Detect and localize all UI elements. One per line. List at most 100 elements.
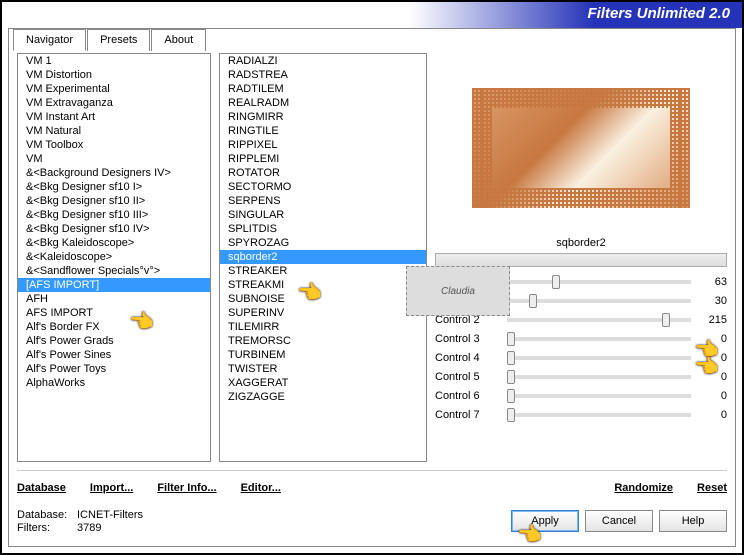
control-row: Control 5 0 [435,368,727,386]
filter-item[interactable]: SECTORMO [220,180,426,194]
app-title: Filters Unlimited 2.0 [587,5,730,22]
watermark-stamp: Claudia [406,266,510,316]
category-item[interactable]: VM 1 [18,54,210,68]
category-item[interactable]: AFH [18,292,210,306]
filter-item[interactable]: RIPPIXEL [220,138,426,152]
filter-item[interactable]: RINGTILE [220,124,426,138]
filter-item[interactable]: RINGMIRR [220,110,426,124]
category-item[interactable]: VM Toolbox [18,138,210,152]
preview-border-pattern [472,88,690,208]
filter-item[interactable]: TILEMIRR [220,320,426,334]
filter-item[interactable]: STREAKMI [220,278,426,292]
tab-navigator[interactable]: Navigator [13,29,86,51]
filter-item[interactable]: RADSTREA [220,68,426,82]
filter-item[interactable]: STREAKER [220,264,426,278]
control-slider[interactable] [507,356,691,360]
slider-thumb[interactable] [507,351,515,365]
slider-thumb[interactable] [507,370,515,384]
control-value: 0 [699,371,727,383]
filter-item[interactable]: TWISTER [220,362,426,376]
category-item[interactable]: VM [18,152,210,166]
category-item[interactable]: VM Distortion [18,68,210,82]
category-item[interactable]: &<Kaleidoscope> [18,250,210,264]
cancel-button[interactable]: Cancel [585,510,653,532]
filter-item[interactable]: SERPENS [220,194,426,208]
right-column: sqborder2 Control 063Control 130Control … [435,53,727,462]
slider-thumb[interactable] [529,294,537,308]
control-slider[interactable] [507,280,691,284]
control-row: Control 70 [435,406,727,424]
category-list[interactable]: VM 1VM DistortionVM ExperimentalVM Extra… [17,53,211,462]
control-value: 0 [699,390,727,402]
control-slider[interactable] [507,299,691,303]
filter-item[interactable]: ZIGZAGGE [220,390,426,404]
database-label: Database: [17,509,73,521]
apply-button[interactable]: Apply [511,510,579,532]
progress-bar [435,253,727,267]
filter-item[interactable]: SPLITDIS [220,222,426,236]
preview-area [435,53,727,243]
category-item[interactable]: Alf's Border FX [18,320,210,334]
slider-thumb[interactable] [507,408,515,422]
titlebar: Filters Unlimited 2.0 [2,2,742,28]
category-item[interactable]: Alf's Power Toys [18,362,210,376]
filter-list[interactable]: RADIALZIRADSTREARADTILEMREALRADMRINGMIRR… [219,53,427,462]
main-panel: NavigatorPresetsAbout VM 1VM DistortionV… [8,28,736,547]
filters-count-value: 3789 [77,522,101,534]
control-slider[interactable] [507,337,691,341]
category-item[interactable]: &<Sandflower Specials°v°> [18,264,210,278]
slider-thumb[interactable] [662,313,670,327]
category-item[interactable]: VM Natural [18,124,210,138]
filter-item[interactable]: sqborder2 [220,250,426,264]
category-item[interactable]: &<Bkg Designer sf10 II> [18,194,210,208]
import-link[interactable]: Import... [90,482,133,494]
category-item[interactable]: &<Bkg Designer sf10 IV> [18,222,210,236]
control-slider[interactable] [507,375,691,379]
filter-item[interactable]: TURBINEM [220,348,426,362]
editor-link[interactable]: Editor... [241,482,281,494]
filter-info-link[interactable]: Filter Info... [157,482,216,494]
filter-item[interactable]: RIPPLEMI [220,152,426,166]
category-item[interactable]: AFS IMPORT [18,306,210,320]
category-item[interactable]: VM Instant Art [18,110,210,124]
randomize-link[interactable]: Randomize [614,482,673,494]
filter-item[interactable]: TREMORSC [220,334,426,348]
filter-item[interactable]: RADTILEM [220,82,426,96]
filter-item[interactable]: SUBNOISE [220,292,426,306]
database-link[interactable]: Database [17,482,66,494]
filter-item[interactable]: XAGGERAT [220,376,426,390]
category-item[interactable]: [AFS IMPORT] [18,278,210,292]
category-item[interactable]: &<Background Designers IV> [18,166,210,180]
category-item[interactable]: &<Bkg Kaleidoscope> [18,236,210,250]
category-item[interactable]: AlphaWorks [18,376,210,390]
category-item[interactable]: Alf's Power Sines [18,348,210,362]
control-value: 30 [699,295,727,307]
tab-about[interactable]: About [151,29,206,51]
help-button[interactable]: Help [659,510,727,532]
control-slider[interactable] [507,318,691,322]
tab-presets[interactable]: Presets [87,29,150,51]
category-item[interactable]: VM Experimental [18,82,210,96]
filter-item[interactable]: SINGULAR [220,208,426,222]
filters-count-label: Filters: [17,522,73,534]
category-item[interactable]: &<Bkg Designer sf10 I> [18,180,210,194]
slider-thumb[interactable] [507,332,515,346]
control-slider[interactable] [507,413,691,417]
control-label: Control 5 [435,371,499,383]
filter-item[interactable]: ROTATOR [220,166,426,180]
slider-thumb[interactable] [507,389,515,403]
control-row: Control 60 [435,387,727,405]
filter-item[interactable]: RADIALZI [220,54,426,68]
control-value: 0 [699,333,727,345]
filter-item[interactable]: SPYROZAG [220,236,426,250]
control-label: Control 7 [435,409,499,421]
category-item[interactable]: VM Extravaganza [18,96,210,110]
category-item[interactable]: &<Bkg Designer sf10 III> [18,208,210,222]
slider-thumb[interactable] [552,275,560,289]
button-bar: Database: ICNET-Filters Filters: 3789 Ap… [17,504,727,538]
filter-item[interactable]: REALRADM [220,96,426,110]
control-slider[interactable] [507,394,691,398]
reset-link[interactable]: Reset [697,482,727,494]
category-item[interactable]: Alf's Power Grads [18,334,210,348]
filter-item[interactable]: SUPERINV [220,306,426,320]
